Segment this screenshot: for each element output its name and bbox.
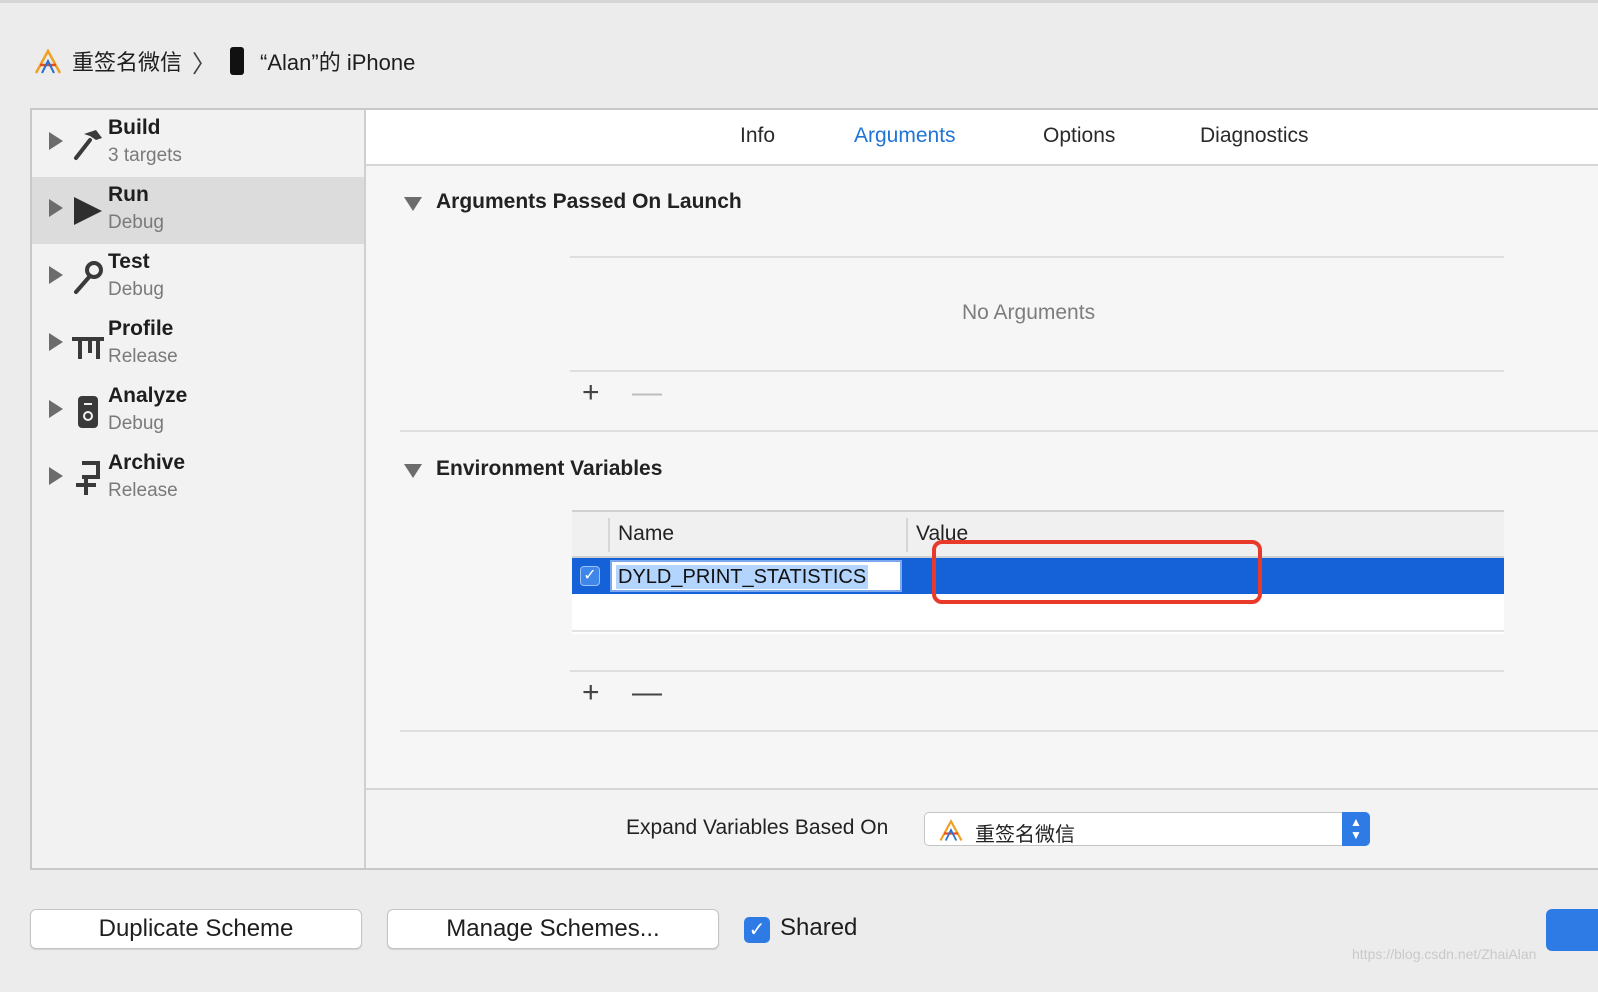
divider	[570, 256, 1504, 258]
disclosure-arrow-icon[interactable]	[49, 132, 63, 150]
close-button[interactable]	[1546, 909, 1598, 951]
no-arguments-text: No Arguments	[962, 301, 1096, 324]
disclosure-arrow-icon[interactable]	[49, 199, 63, 217]
disclosure-arrow-icon[interactable]	[49, 400, 63, 418]
disclosure-arrow-icon[interactable]	[49, 333, 63, 351]
iphone-icon	[230, 47, 245, 75]
expand-variables-popup[interactable]: 重签名微信 ▲ ▼	[924, 812, 1370, 846]
tab-arguments[interactable]: Arguments	[854, 124, 956, 148]
instruments-icon	[72, 337, 104, 359]
sidebar-item-analyze[interactable]: Analyze Debug	[32, 378, 364, 445]
highlight-annotation	[932, 540, 1262, 604]
tab-info[interactable]: Info	[740, 124, 775, 148]
disclosure-arrow-icon[interactable]	[49, 467, 63, 485]
sidebar-item-subtitle: Debug	[108, 212, 164, 233]
sidebar-item-title: Build	[108, 116, 161, 139]
section-divider	[400, 730, 1598, 732]
tab-diagnostics[interactable]: Diagnostics	[1200, 124, 1309, 148]
sidebar-item-subtitle: Debug	[108, 413, 164, 434]
scheme-name[interactable]: 重签名微信	[72, 45, 182, 77]
expand-variables-panel: Expand Variables Based On 重签名微信 ▲ ▼	[366, 788, 1598, 868]
archive-icon	[76, 461, 100, 495]
remove-argument-button[interactable]: —	[632, 378, 662, 408]
breadcrumb-chevron-icon: 〉	[192, 50, 217, 78]
sidebar-item-archive[interactable]: Archive Release	[32, 445, 364, 512]
scheme-action-sidebar: Build 3 targets Run Debug Test Debug Pro…	[32, 110, 366, 868]
breadcrumb: 重签名微信 〉 “Alan”的 iPhone	[32, 42, 415, 80]
tab-options[interactable]: Options	[1043, 124, 1115, 148]
row-enabled-checkbox[interactable]: ✓	[580, 566, 600, 586]
sidebar-item-subtitle: Release	[108, 346, 178, 367]
sidebar-item-title: Run	[108, 183, 149, 206]
analyze-icon	[78, 396, 98, 428]
env-name-text: DYLD_PRINT_STATISTICS	[616, 565, 869, 589]
sidebar-item-subtitle: Release	[108, 480, 178, 501]
popup-chevron-updown-icon[interactable]: ▲ ▼	[1342, 812, 1370, 846]
duplicate-scheme-button[interactable]: Duplicate Scheme	[30, 909, 362, 949]
manage-schemes-button[interactable]: Manage Schemes...	[387, 909, 719, 949]
xcode-app-icon	[939, 818, 963, 842]
shared-label[interactable]: Shared	[780, 914, 857, 942]
divider	[570, 370, 1504, 372]
sidebar-item-profile[interactable]: Profile Release	[32, 311, 364, 378]
expand-variables-label: Expand Variables Based On	[626, 816, 889, 839]
sidebar-item-subtitle: 3 targets	[108, 145, 182, 166]
column-header-name[interactable]: Name	[618, 522, 674, 546]
add-env-variable-button[interactable]: +	[582, 678, 600, 708]
watermark: https://blog.csdn.net/ZhaiAlan	[1352, 946, 1537, 962]
env-name-field[interactable]: DYLD_PRINT_STATISTICS	[610, 560, 902, 592]
sidebar-item-build[interactable]: Build 3 targets	[32, 110, 364, 177]
row-divider	[572, 630, 1504, 632]
popup-selected-value: 重签名微信	[975, 824, 1075, 846]
window-top-border	[0, 0, 1598, 3]
env-disclosure-triangle-icon[interactable]	[404, 464, 422, 478]
arguments-section-title: Arguments Passed On Launch	[436, 190, 742, 213]
xcode-app-icon	[34, 48, 62, 74]
wrench-icon	[74, 261, 103, 294]
tab-bar: Info Arguments Options Diagnostics	[366, 110, 1598, 166]
scheme-content-pane: Info Arguments Options Diagnostics Argum…	[366, 110, 1598, 868]
shared-checkbox[interactable]: ✓	[744, 917, 770, 943]
sidebar-item-subtitle: Debug	[108, 279, 164, 300]
column-separator	[906, 518, 908, 552]
play-icon	[74, 197, 102, 225]
sidebar-item-title: Profile	[108, 317, 174, 340]
divider	[570, 670, 1504, 672]
env-section-title: Environment Variables	[436, 457, 663, 480]
arguments-disclosure-triangle-icon[interactable]	[404, 197, 422, 211]
sidebar-item-run[interactable]: Run Debug	[32, 177, 364, 244]
remove-env-variable-button[interactable]: —	[632, 678, 662, 708]
disclosure-arrow-icon[interactable]	[49, 266, 63, 284]
column-separator	[608, 518, 610, 552]
sidebar-item-title: Archive	[108, 451, 186, 474]
sidebar-item-title: Analyze	[108, 384, 188, 407]
hammer-icon	[74, 130, 102, 160]
add-argument-button[interactable]: +	[582, 378, 600, 408]
sidebar-item-title: Test	[108, 250, 150, 273]
device-name[interactable]: “Alan”的 iPhone	[260, 45, 415, 77]
section-divider	[400, 430, 1598, 432]
sidebar-item-test[interactable]: Test Debug	[32, 244, 364, 311]
scheme-editor: Build 3 targets Run Debug Test Debug Pro…	[30, 108, 1598, 870]
